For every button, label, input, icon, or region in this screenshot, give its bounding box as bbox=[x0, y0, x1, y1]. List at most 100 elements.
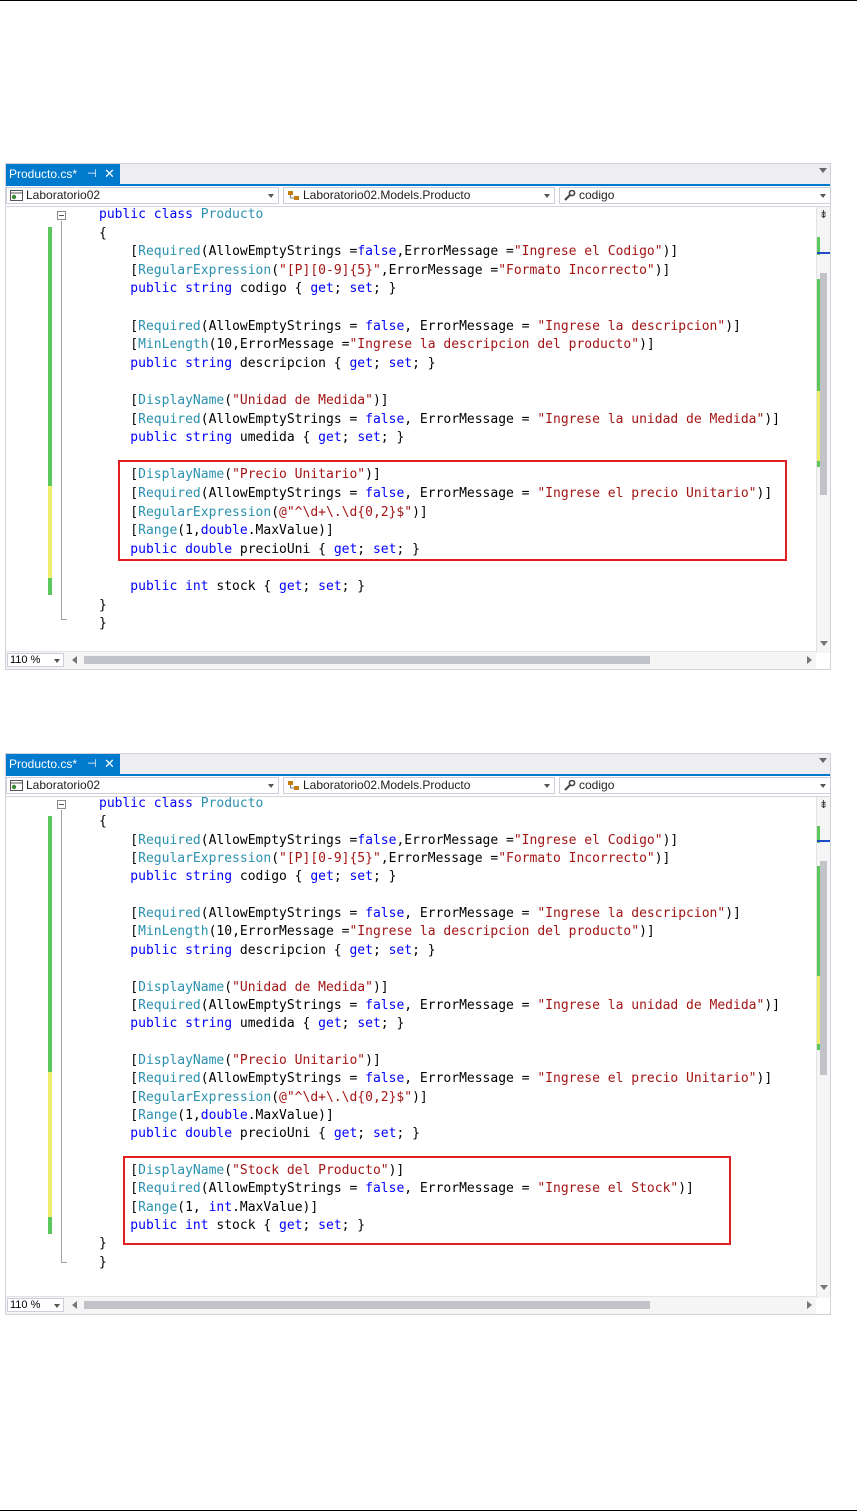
code-line[interactable]: public string descripcion { get; set; } bbox=[99, 942, 435, 960]
code-token: [ bbox=[99, 924, 139, 939]
pin-icon[interactable]: ⊣ bbox=[87, 754, 97, 774]
close-icon[interactable]: ✕ bbox=[104, 164, 115, 184]
code-token: )] bbox=[654, 263, 671, 278]
vertical-scroll-thumb[interactable] bbox=[820, 273, 827, 495]
code-line[interactable]: [Required(AllowEmptyStrings =false,Error… bbox=[99, 832, 678, 850]
type-dropdown[interactable]: Laboratorio02.Models.Producto bbox=[283, 187, 555, 204]
code-line[interactable]: [DisplayName("Unidad de Medida")] bbox=[99, 392, 388, 410]
code-line[interactable]: [Range(1,double.MaxValue)] bbox=[99, 1107, 334, 1125]
code-line[interactable]: } bbox=[99, 1235, 107, 1253]
code-token: "[P][0-9]{5}" bbox=[279, 851, 381, 866]
code-token: , ErrorMessage = bbox=[404, 412, 538, 427]
code-token: false bbox=[365, 412, 405, 427]
scroll-down-arrow-icon[interactable] bbox=[820, 1285, 828, 1290]
code-token: "Ingrese la descripcion del producto" bbox=[349, 924, 640, 939]
code-line[interactable]: { bbox=[99, 225, 107, 243]
code-token: "Ingrese la descripcion" bbox=[537, 319, 726, 334]
tab-overflow-dropdown-icon[interactable] bbox=[819, 168, 827, 173]
code-line[interactable]: [MinLength(10,ErrorMessage ="Ingrese la … bbox=[99, 336, 654, 354]
scroll-down-arrow-icon[interactable] bbox=[820, 641, 828, 646]
zoom-dropdown[interactable]: 110 % bbox=[7, 653, 64, 667]
code-token: ,ErrorMessage = bbox=[396, 244, 514, 259]
highlight-box bbox=[118, 460, 787, 561]
chevron-down-icon bbox=[544, 194, 550, 198]
code-line[interactable]: public class Producto bbox=[99, 795, 263, 813]
code-editor-1: Producto.cs* ⊣ ✕ Laboratorio02 Laborator… bbox=[5, 163, 831, 670]
code-line[interactable]: public class Producto bbox=[99, 206, 263, 224]
code-line[interactable]: } bbox=[99, 1254, 107, 1272]
code-token: ; bbox=[333, 869, 350, 884]
code-line[interactable]: public string codigo { get; set; } bbox=[99, 280, 396, 298]
split-icon[interactable]: ⇟ bbox=[819, 799, 828, 810]
collapse-icon[interactable] bbox=[57, 211, 66, 220]
zoom-dropdown[interactable]: 110 % bbox=[7, 1298, 64, 1312]
pin-icon[interactable]: ⊣ bbox=[87, 164, 97, 184]
code-area[interactable]: public class Producto{ [Required(AllowEm… bbox=[6, 795, 816, 1288]
code-area[interactable]: public class Producto{ [Required(AllowEm… bbox=[6, 207, 816, 644]
tab-title: Producto.cs* bbox=[9, 757, 78, 771]
code-token: ; } bbox=[341, 579, 366, 594]
code-line[interactable]: public string umedida { get; set; } bbox=[99, 429, 404, 447]
code-token: ; } bbox=[396, 1126, 420, 1141]
vertical-scrollbar[interactable]: ⇟ bbox=[816, 797, 830, 1298]
scroll-marker-unsaved bbox=[817, 976, 820, 1044]
type-dropdown[interactable]: Laboratorio02.Models.Producto bbox=[283, 777, 555, 794]
tab-overflow-dropdown-icon[interactable] bbox=[819, 758, 827, 763]
code-token: (AllowEmptyStrings = bbox=[200, 833, 358, 848]
code-line[interactable]: public int stock { get; set; } bbox=[99, 578, 365, 596]
code-line[interactable]: } bbox=[99, 615, 107, 633]
code-token: DisplayName bbox=[138, 1053, 225, 1068]
vertical-scrollbar[interactable]: ⇟ bbox=[816, 207, 830, 653]
wrench-icon bbox=[564, 190, 576, 201]
project-dropdown[interactable]: Laboratorio02 bbox=[6, 777, 279, 794]
tab-producto-cs[interactable]: Producto.cs* ⊣ ✕ bbox=[6, 164, 120, 184]
code-token: [ bbox=[99, 833, 139, 848]
code-line[interactable]: public string codigo { get; set; } bbox=[99, 868, 396, 886]
code-line[interactable]: [DisplayName("Precio Unitario")] bbox=[99, 1052, 380, 1070]
code-token: public string bbox=[99, 943, 240, 958]
scroll-right-arrow-icon[interactable] bbox=[807, 656, 812, 664]
code-token: )] bbox=[725, 319, 741, 334]
scroll-left-arrow-icon[interactable] bbox=[72, 656, 77, 664]
code-token: ( bbox=[224, 393, 233, 408]
code-line[interactable]: [Required(AllowEmptyStrings = false, Err… bbox=[99, 997, 780, 1015]
code-token: [ bbox=[99, 1053, 139, 1068]
code-line[interactable]: [MinLength(10,ErrorMessage ="Ingrese la … bbox=[99, 923, 654, 941]
code-line[interactable]: [RegularExpression("[P][0-9]{5}",ErrorMe… bbox=[99, 262, 670, 280]
project-dropdown[interactable]: Laboratorio02 bbox=[6, 187, 279, 204]
collapse-icon[interactable] bbox=[57, 800, 66, 809]
horizontal-scroll-thumb[interactable] bbox=[84, 656, 650, 664]
code-token: ; } bbox=[380, 1016, 405, 1031]
code-token: [ bbox=[99, 263, 139, 278]
scroll-left-arrow-icon[interactable] bbox=[72, 1301, 77, 1309]
vertical-scroll-thumb[interactable] bbox=[820, 861, 827, 1075]
code-line[interactable]: [Required(AllowEmptyStrings = false, Err… bbox=[99, 318, 741, 336]
code-line[interactable]: [Required(AllowEmptyStrings = false, Err… bbox=[99, 1070, 772, 1088]
code-line[interactable]: public string descripcion { get; set; } bbox=[99, 355, 435, 373]
code-line[interactable]: [Required(AllowEmptyStrings = false, Err… bbox=[99, 905, 741, 923]
code-token: } bbox=[99, 1255, 107, 1270]
close-icon[interactable]: ✕ bbox=[104, 754, 115, 774]
member-dropdown[interactable]: codigo bbox=[559, 777, 831, 794]
code-line[interactable]: { bbox=[99, 813, 107, 831]
code-token: codigo { bbox=[239, 281, 311, 296]
code-token: , ErrorMessage = bbox=[404, 319, 538, 334]
tab-producto-cs[interactable]: Producto.cs* ⊣ ✕ bbox=[6, 754, 120, 774]
code-token: @"^\d+\.\d{0,2}$" bbox=[279, 1090, 413, 1105]
code-line[interactable]: public string umedida { get; set; } bbox=[99, 1015, 404, 1033]
code-line[interactable]: [DisplayName("Unidad de Medida")] bbox=[99, 979, 388, 997]
code-token: umedida { bbox=[239, 1016, 319, 1031]
code-line[interactable]: [Required(AllowEmptyStrings = false, Err… bbox=[99, 411, 780, 429]
scroll-right-arrow-icon[interactable] bbox=[807, 1301, 812, 1309]
code-line[interactable]: [RegularExpression("[P][0-9]{5}",ErrorMe… bbox=[99, 850, 670, 868]
horizontal-scroll-thumb[interactable] bbox=[84, 1301, 650, 1309]
code-token: ; bbox=[341, 1016, 358, 1031]
split-icon[interactable]: ⇟ bbox=[819, 209, 828, 220]
member-dropdown[interactable]: codigo bbox=[559, 187, 831, 204]
code-line[interactable]: [Required(AllowEmptyStrings =false,Error… bbox=[99, 243, 678, 261]
chevron-down-icon bbox=[54, 1304, 60, 1308]
code-token: false bbox=[357, 833, 397, 848]
code-line[interactable]: [RegularExpression(@"^\d+\.\d{0,2}$")] bbox=[99, 1089, 427, 1107]
code-line[interactable]: } bbox=[99, 597, 107, 615]
code-line[interactable]: public double precioUni { get; set; } bbox=[99, 1125, 420, 1143]
